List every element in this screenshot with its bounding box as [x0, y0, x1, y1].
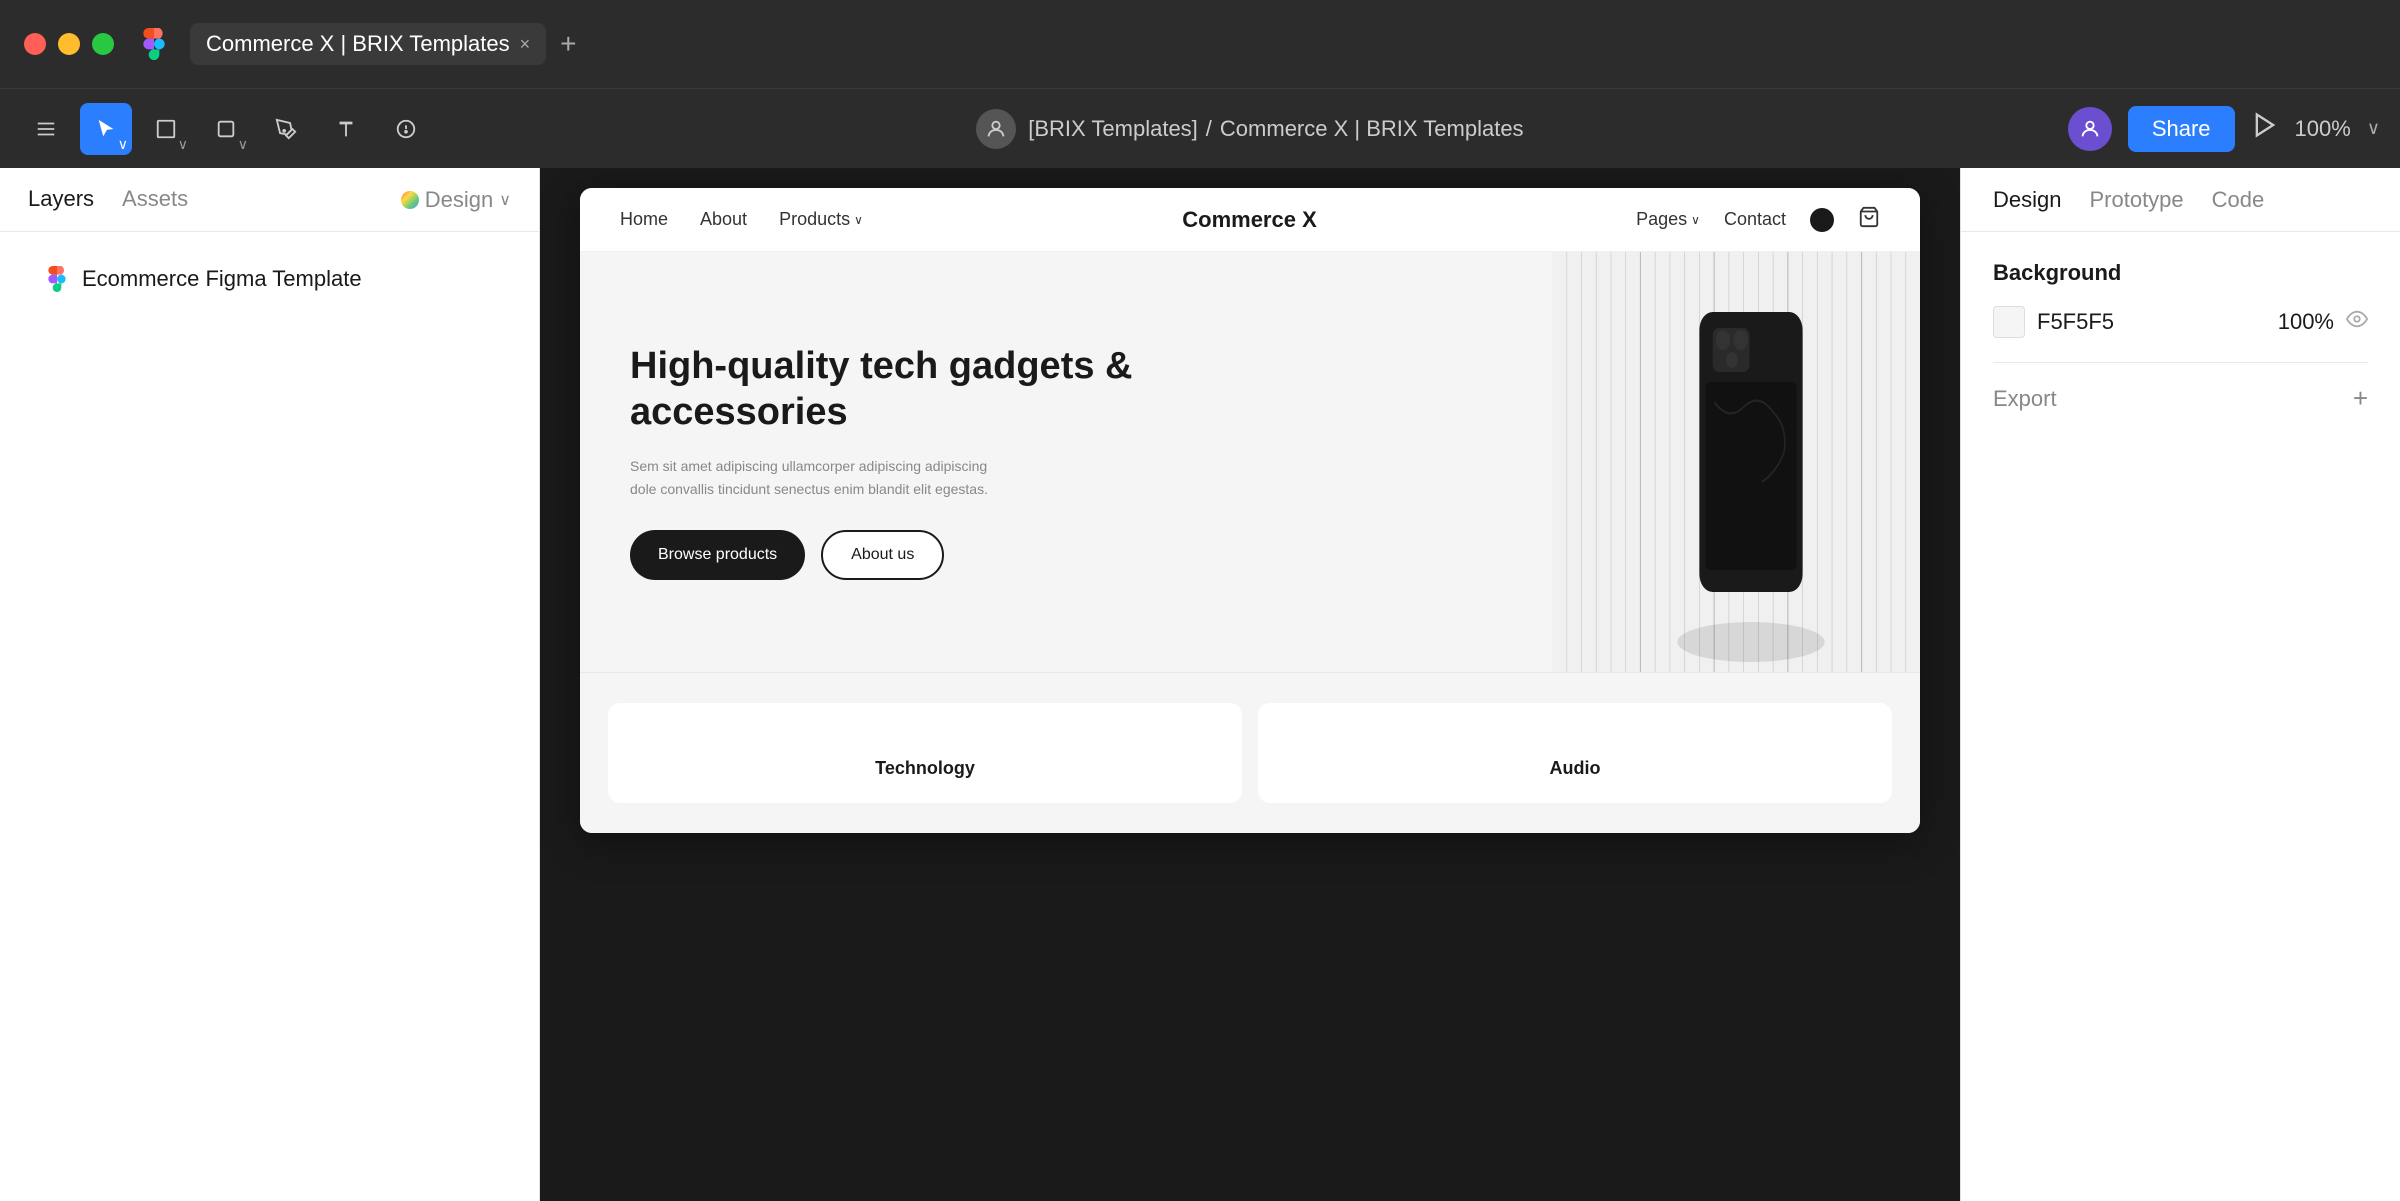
- share-button[interactable]: Share: [2128, 106, 2235, 152]
- figma-icon: [138, 28, 170, 60]
- nav-right: Pages ∨ Contact: [1636, 206, 1880, 233]
- right-panel-tabs: Design Prototype Code: [1961, 168, 2400, 232]
- nav-about-link[interactable]: About: [700, 209, 747, 230]
- layer-figma-icon: [44, 266, 70, 292]
- products-dropdown-icon: ∨: [854, 213, 863, 227]
- export-label: Export: [1993, 386, 2057, 412]
- nav-contact-link[interactable]: Contact: [1724, 209, 1786, 230]
- decorative-lines-svg: [1552, 252, 1921, 672]
- play-button[interactable]: [2251, 111, 2279, 146]
- layers-content: Ecommerce Figma Template: [0, 232, 539, 326]
- website-preview: Home About Products ∨ Commerce X Pages ∨…: [580, 188, 1920, 833]
- close-button[interactable]: [24, 33, 46, 55]
- background-color-swatch[interactable]: [1993, 306, 2025, 338]
- audio-card-label: Audio: [1550, 758, 1601, 779]
- browse-products-button[interactable]: Browse products: [630, 530, 805, 580]
- lines-decoration: [1552, 252, 1921, 672]
- design-chevron-icon: ∨: [499, 190, 511, 210]
- prototype-panel-tab[interactable]: Prototype: [2089, 187, 2183, 213]
- tab-bar: Commerce X | BRIX Templates × +: [190, 23, 2376, 65]
- titlebar: Commerce X | BRIX Templates × +: [0, 0, 2400, 88]
- traffic-lights: [24, 33, 114, 55]
- right-panel: Design Prototype Code Background F5F5F5 …: [1960, 168, 2400, 1201]
- design-tab-label: Design: [425, 187, 493, 213]
- technology-card[interactable]: Technology: [608, 703, 1242, 803]
- toolbar: ∨ ∨ ∨: [0, 88, 2400, 168]
- about-us-button[interactable]: About us: [821, 530, 944, 580]
- nav-pages-link[interactable]: Pages ∨: [1636, 209, 1700, 230]
- code-panel-tab[interactable]: Code: [2212, 187, 2265, 213]
- new-tab-button[interactable]: +: [550, 24, 586, 64]
- shape-tool-button[interactable]: ∨: [200, 103, 252, 155]
- cart-icon[interactable]: [1858, 206, 1880, 233]
- panel-divider: [1993, 362, 2368, 363]
- visibility-toggle-icon[interactable]: [2346, 308, 2368, 336]
- hero-image: [1250, 252, 1920, 672]
- zoom-control[interactable]: 100%: [2295, 116, 2351, 142]
- layer-item[interactable]: Ecommerce Figma Template: [28, 252, 511, 306]
- breadcrumb-separator: /: [1206, 116, 1212, 142]
- export-row: Export +: [1993, 383, 2368, 414]
- layer-name: Ecommerce Figma Template: [82, 266, 362, 292]
- menu-button[interactable]: [20, 103, 72, 155]
- nav-left: Home About Products ∨: [620, 209, 863, 230]
- technology-card-label: Technology: [875, 758, 975, 779]
- maximize-button[interactable]: [92, 33, 114, 55]
- layers-tab[interactable]: Layers: [28, 186, 94, 214]
- design-tab[interactable]: Design ∨: [401, 187, 511, 213]
- export-add-button[interactable]: +: [2353, 383, 2368, 414]
- background-color-value[interactable]: F5F5F5: [2037, 309, 2266, 335]
- background-opacity-value[interactable]: 100%: [2278, 309, 2334, 335]
- active-tab[interactable]: Commerce X | BRIX Templates ×: [190, 23, 546, 65]
- product-cards-row: Technology Audio: [580, 672, 1920, 833]
- hero-text: High-quality tech gadgets & accessories …: [580, 252, 1250, 672]
- breadcrumb: [BRIX Templates] / Commerce X | BRIX Tem…: [1028, 116, 1523, 142]
- breadcrumb-project: Commerce X | BRIX Templates: [1220, 116, 1524, 142]
- tab-close-button[interactable]: ×: [520, 34, 531, 55]
- tab-title: Commerce X | BRIX Templates: [206, 31, 510, 57]
- assets-tab[interactable]: Assets: [122, 186, 188, 214]
- background-color-row: F5F5F5 100%: [1993, 306, 2368, 338]
- text-tool-button[interactable]: [320, 103, 372, 155]
- toolbar-center: [BRIX Templates] / Commerce X | BRIX Tem…: [440, 109, 2060, 149]
- toolbar-left: ∨ ∨ ∨: [20, 103, 432, 155]
- select-tool-button[interactable]: ∨: [80, 103, 132, 155]
- minimize-button[interactable]: [58, 33, 80, 55]
- design-panel-tab[interactable]: Design: [1993, 187, 2061, 213]
- dark-mode-toggle[interactable]: [1810, 208, 1834, 232]
- audio-card[interactable]: Audio: [1258, 703, 1892, 803]
- left-panel: Layers Assets Design ∨ Ecommerce Figma T…: [0, 168, 540, 1201]
- zoom-chevron-icon[interactable]: ∨: [2367, 118, 2380, 139]
- canvas[interactable]: Home About Products ∨ Commerce X Pages ∨…: [540, 168, 1960, 1201]
- site-nav: Home About Products ∨ Commerce X Pages ∨…: [580, 188, 1920, 252]
- frame-tool-button[interactable]: ∨: [140, 103, 192, 155]
- collaborator-avatar: [2068, 107, 2112, 151]
- breadcrumb-user: [BRIX Templates]: [1028, 116, 1198, 142]
- panel-tabs: Layers Assets Design ∨: [0, 168, 539, 232]
- pages-dropdown-icon: ∨: [1691, 213, 1700, 227]
- user-avatar-icon: [976, 109, 1016, 149]
- nav-products-link[interactable]: Products ∨: [779, 209, 863, 230]
- hero-section: High-quality tech gadgets & accessories …: [580, 252, 1920, 672]
- hero-title: High-quality tech gadgets & accessories: [630, 344, 1200, 435]
- design-panel-content: Background F5F5F5 100% Export +: [1961, 232, 2400, 442]
- hero-buttons: Browse products About us: [630, 530, 1200, 580]
- design-color-icon: [401, 191, 419, 209]
- background-section-title: Background: [1993, 260, 2368, 286]
- comment-tool-button[interactable]: [380, 103, 432, 155]
- toolbar-right: Share 100% ∨: [2068, 106, 2380, 152]
- pen-tool-button[interactable]: [260, 103, 312, 155]
- hero-subtitle: Sem sit amet adipiscing ullamcorper adip…: [630, 455, 990, 500]
- site-logo: Commerce X: [863, 207, 1636, 233]
- nav-home-link[interactable]: Home: [620, 209, 668, 230]
